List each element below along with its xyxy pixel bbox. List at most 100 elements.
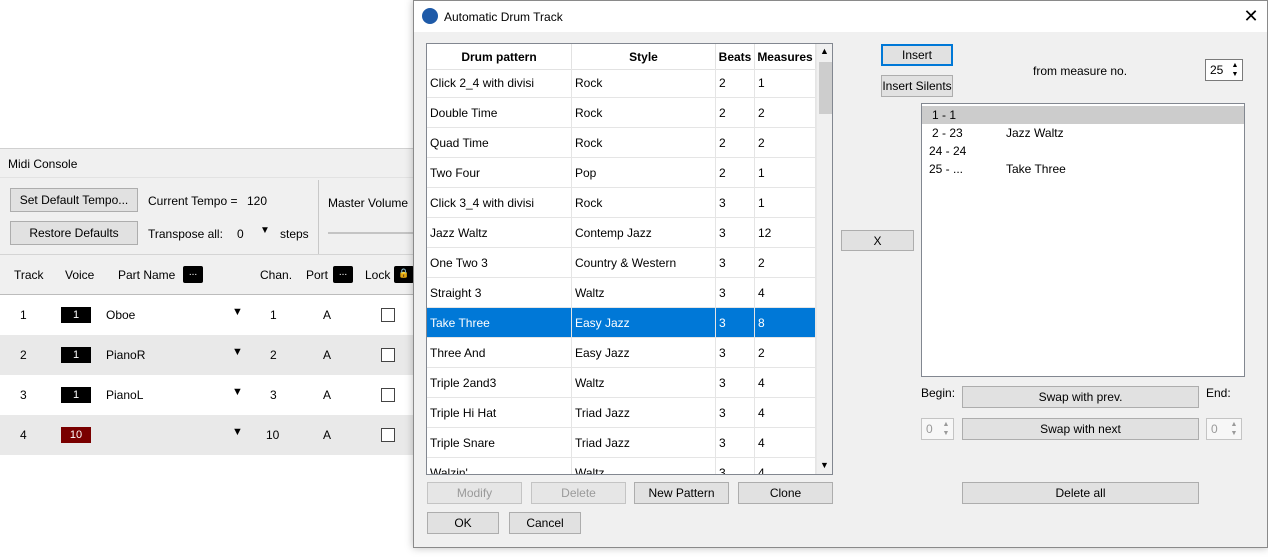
spin-down-icon[interactable]: ▼ [940,429,952,438]
channel-value[interactable]: 2 [270,348,277,362]
part-dropdown-icon[interactable]: ▼ [232,346,243,358]
table-row[interactable]: Triple Snare Triad Jazz 3 4 [427,428,816,458]
part-dropdown-icon[interactable]: ▼ [232,426,243,438]
port-value[interactable]: A [323,428,331,442]
part-name[interactable]: PianoR [106,348,145,362]
transpose-value[interactable]: 0 [237,227,244,241]
delete-button[interactable]: Delete [531,482,626,504]
close-icon[interactable]: ✕ [1240,5,1262,27]
table-row[interactable]: Double Time Rock 2 2 [427,98,816,128]
voice-box[interactable]: 1 [61,307,91,323]
from-measure-spinner[interactable]: 25 ▲ ▼ [1205,59,1243,81]
table-row[interactable]: Quad Time Rock 2 2 [427,128,816,158]
cell-drum-pattern: Three And [427,338,572,368]
swap-with-next-button[interactable]: Swap with next [962,418,1199,440]
voice-box[interactable]: 1 [61,347,91,363]
scroll-down-icon[interactable]: ▼ [820,460,829,470]
cell-measures: 8 [755,308,816,338]
part-name[interactable]: Oboe [106,308,135,322]
spin-down-icon[interactable]: ▼ [1229,70,1241,79]
port-value[interactable]: A [323,388,331,402]
cell-measures: 2 [755,98,816,128]
table-row[interactable]: One Two 3 Country & Western 3 2 [427,248,816,278]
set-default-tempo-button[interactable]: Set Default Tempo... [10,188,138,212]
cell-beats: 2 [716,158,755,188]
scrollbar-thumb[interactable] [819,62,832,114]
list-item[interactable]: 25 - ... Take Three [922,160,1244,178]
table-row[interactable]: Click 2_4 with divisi Rock 2 1 [427,68,816,98]
track-row[interactable]: 1 1 Oboe ▼ 1 A [0,295,416,335]
header-measures[interactable]: Measures [755,44,816,70]
header-beats[interactable]: Beats [716,44,755,70]
measure-list[interactable]: 1 - 1 2 - 23 Jazz Waltz 24 - 24 25 - ... Take… [921,103,1245,377]
table-row[interactable]: Three And Easy Jazz 3 2 [427,338,816,368]
scroll-up-icon[interactable]: ▲ [820,46,829,56]
insert-button[interactable]: Insert [881,44,953,66]
part-dropdown-icon[interactable]: ▼ [232,386,243,398]
channel-value[interactable]: 3 [270,388,277,402]
port-options-button[interactable]: ... [333,266,353,283]
spin-up-icon[interactable]: ▲ [1229,61,1241,70]
track-row[interactable]: 4 10 ▼ 10 A [0,415,416,455]
new-pattern-button[interactable]: New Pattern [634,482,729,504]
begin-spinner[interactable]: 0 ▲ ▼ [921,418,954,440]
table-row[interactable]: Triple 2and3 Waltz 3 4 [427,368,816,398]
dialog-title: Automatic Drum Track [444,10,563,24]
channel-value[interactable]: 10 [266,428,279,442]
spin-up-icon[interactable]: ▲ [940,420,952,429]
table-row[interactable]: Click 3_4 with divisi Rock 3 1 [427,188,816,218]
channel-value[interactable]: 1 [270,308,277,322]
ok-button[interactable]: OK [427,512,499,534]
track-row[interactable]: 2 1 PianoR ▼ 2 A [0,335,416,375]
port-value[interactable]: A [323,308,331,322]
app-icon [422,8,438,24]
column-voice: Voice [65,268,95,282]
delete-all-button[interactable]: Delete all [962,482,1199,504]
voice-box[interactable]: 1 [61,387,91,403]
lock-checkbox[interactable] [381,308,395,322]
from-measure-value[interactable]: 25 [1210,63,1223,77]
table-row[interactable]: Two Four Pop 2 1 [427,158,816,188]
clone-button[interactable]: Clone [738,482,833,504]
swap-with-prev-button[interactable]: Swap with prev. [962,386,1199,408]
begin-value[interactable]: 0 [926,422,933,436]
list-item[interactable]: 24 - 24 [922,142,1244,160]
table-row[interactable]: Straight 3 Waltz 3 4 [427,278,816,308]
voice-box[interactable]: 10 [61,427,91,443]
end-spinner[interactable]: 0 ▲ ▼ [1206,418,1242,440]
port-value[interactable]: A [323,348,331,362]
transpose-dropdown-icon[interactable]: ▼ [260,225,270,236]
list-item[interactable]: 1 - 1 [922,106,1244,124]
part-name[interactable]: PianoL [106,388,143,402]
insert-silents-button[interactable]: Insert Silents [881,75,953,97]
spin-up-icon[interactable]: ▲ [1228,420,1240,429]
table-row[interactable]: Walzin' Waltz 3 4 [427,458,816,474]
cell-measures: 4 [755,368,816,398]
list-item[interactable]: 2 - 23 Jazz Waltz [922,124,1244,142]
remove-segment-button[interactable]: X [841,230,914,251]
end-value[interactable]: 0 [1211,422,1218,436]
spin-down-icon[interactable]: ▼ [1228,429,1240,438]
part-name-options-button[interactable]: ... [183,266,203,283]
header-style[interactable]: Style [572,44,716,70]
lock-icon[interactable]: 🔒 [394,266,414,283]
lock-checkbox[interactable] [381,388,395,402]
vertical-scrollbar[interactable]: ▲ ▼ [816,44,832,474]
track-row[interactable]: 3 1 PianoL ▼ 3 A [0,375,416,415]
master-volume-slider[interactable] [328,232,416,234]
table-row[interactable]: Triple Hi Hat Triad Jazz 3 4 [427,398,816,428]
header-drum-pattern[interactable]: Drum pattern [427,44,572,70]
modify-button[interactable]: Modify [427,482,522,504]
part-dropdown-icon[interactable]: ▼ [232,306,243,318]
table-row[interactable]: Jazz Waltz Contemp Jazz 3 12 [427,218,816,248]
column-port: Port [306,268,329,282]
lock-checkbox[interactable] [381,348,395,362]
cancel-button[interactable]: Cancel [509,512,581,534]
lock-checkbox[interactable] [381,428,395,442]
table-row[interactable]: Take Three Easy Jazz 3 8 [427,308,816,338]
cell-drum-pattern: Triple Hi Hat [427,398,572,428]
cell-style: Triad Jazz [572,428,716,458]
restore-defaults-button[interactable]: Restore Defaults [10,221,138,245]
cell-style: Waltz [572,278,716,308]
drum-pattern-table[interactable]: Drum pattern Style Beats Measures Click … [426,43,833,475]
